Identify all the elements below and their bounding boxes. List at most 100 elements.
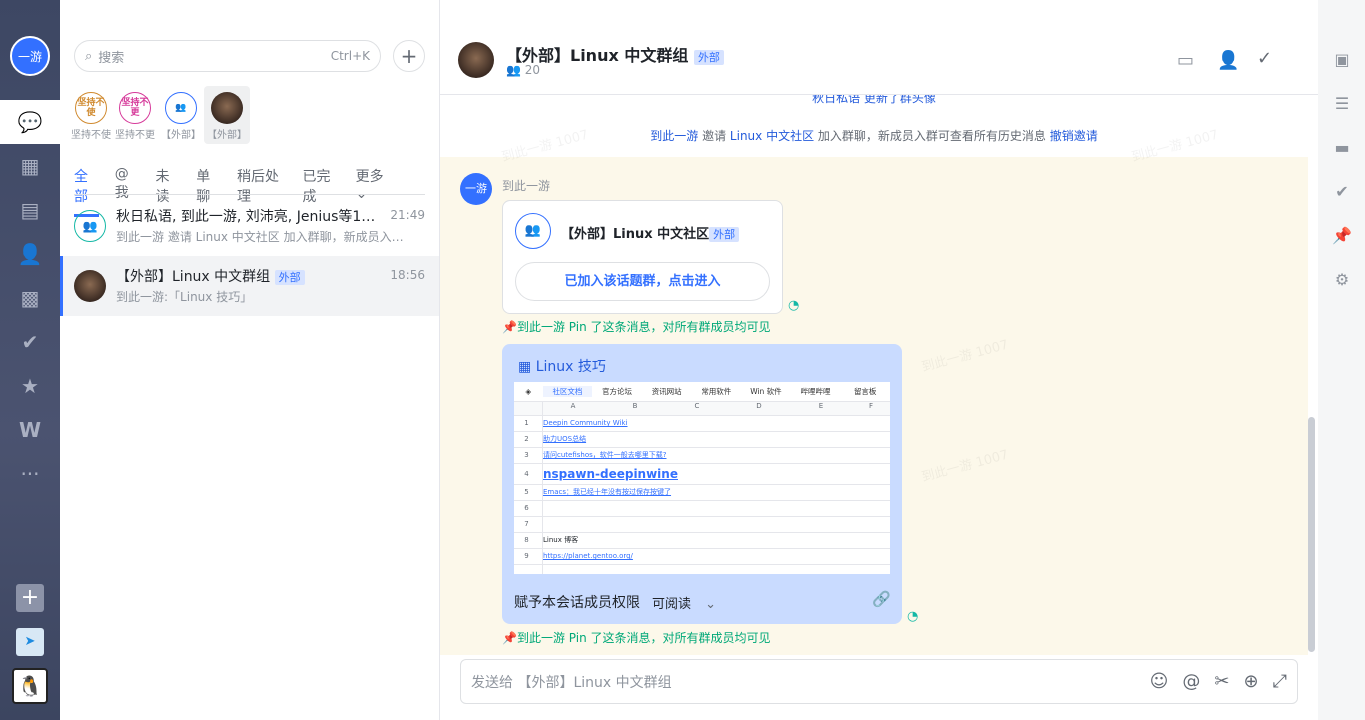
read-status-icon: ◔ <box>788 298 800 313</box>
column-header: B <box>632 402 638 410</box>
permission-value: 可阅读 <box>652 597 692 612</box>
group-icon: 👥 <box>515 213 551 249</box>
sheet-tab: 常用软件 <box>701 387 732 396</box>
members-icon: 👥 <box>506 63 521 77</box>
pin-icon[interactable]: 📌 <box>1332 226 1352 246</box>
pinned-chat[interactable]: 【外部】 <box>204 86 250 144</box>
read-status-icon: ◔ <box>907 609 919 624</box>
right-toolbar: ▣ ☰ ▬ ✔ 📌 ⚙ <box>1318 0 1365 720</box>
docs-icon[interactable]: ▤ <box>0 188 60 232</box>
card-title: 【外部】Linux 中文社区 <box>561 227 710 242</box>
chat-icon[interactable]: 💬 <box>0 100 60 144</box>
column-header: C <box>694 402 700 410</box>
member-count[interactable]: 20 <box>525 63 540 77</box>
pinned-chat[interactable]: 坚持不使 坚持不使 <box>68 86 114 144</box>
sheet-icon: ▦ <box>518 359 532 375</box>
pin-icon: 📌 <box>502 631 517 645</box>
group-card: 👥 【外部】Linux 中文社区 外部 已加入该话题群，点击进入 <box>502 200 783 314</box>
row-number: 1 <box>524 419 529 427</box>
sheet-row: 2 助力UOS总结 <box>514 431 890 447</box>
row-number: 8 <box>524 536 529 544</box>
cell-link[interactable]: Deepin Community Wiki <box>543 416 628 431</box>
divider <box>74 194 425 195</box>
row-number: 2 <box>524 435 529 443</box>
pinned-chat[interactable]: 坚持不更 坚持不更 <box>112 86 158 144</box>
more-icon[interactable]: ··· <box>0 452 60 496</box>
rest: 加入群聊，新成员入群可查看所有历史消息 <box>814 129 1050 143</box>
permission-select[interactable]: 可阅读 ⌄ <box>652 593 716 612</box>
sheet-row: 7 <box>514 516 890 532</box>
cell-link[interactable]: nspawn-deepinwine <box>543 464 678 484</box>
linux-penguin-icon[interactable]: 🐧 <box>12 668 48 704</box>
chevron-down-icon: ⌄ <box>705 597 717 612</box>
send-app-icon[interactable]: ➤ <box>16 628 44 656</box>
external-tag: 外部 <box>709 227 740 242</box>
cell-link[interactable]: 请问cutefishos，软件一般去哪里下载? <box>543 448 666 463</box>
conversation-title: 秋日私语, 到此一游, 刘沛亮, Jenius等1… <box>116 209 376 225</box>
doc-message[interactable]: ▦ Linux 技巧 ◈ 社区文档 官方论坛 资讯网站 常用软件 Win 软件 … <box>502 344 902 624</box>
wiki-icon[interactable]: W <box>0 408 60 452</box>
video-icon[interactable]: ▭ <box>1177 50 1194 71</box>
calendar-icon[interactable]: ▦ <box>0 144 60 188</box>
favorites-icon[interactable]: ★ <box>0 364 60 408</box>
enter-group-button[interactable]: 已加入该话题群，点击进入 <box>515 262 770 301</box>
search-input[interactable]: ⌕ 搜索 Ctrl+K <box>74 40 381 72</box>
target-link[interactable]: Linux 中文社区 <box>730 129 814 143</box>
search-history-icon[interactable]: ☰ <box>1332 94 1352 114</box>
user-avatar[interactable]: 一游 <box>10 36 50 76</box>
cell-link[interactable]: 助力UOS总结 <box>543 432 586 447</box>
external-tag: 外部 <box>274 270 305 285</box>
pinned-avatar: 坚持不更 <box>119 92 151 124</box>
row-number: 3 <box>524 451 529 459</box>
revoke-invite-link[interactable]: 撤销邀请 <box>1050 129 1098 143</box>
emoji-icon[interactable]: ☺ <box>1150 671 1169 692</box>
scissors-icon[interactable]: ✂ <box>1214 671 1229 692</box>
add-app-button[interactable]: + <box>16 584 44 612</box>
folder-icon[interactable]: ▬ <box>1332 138 1352 158</box>
group-avatar <box>74 270 106 302</box>
pinned-label: 坚持不使 <box>71 130 111 141</box>
doc-title[interactable]: Linux 技巧 <box>536 359 606 375</box>
search-icon: ⌕ <box>85 48 93 64</box>
cell-link[interactable]: https://planet.gentoo.org/ <box>543 549 633 564</box>
search-shortcut: Ctrl+K <box>330 49 370 63</box>
group-avatar <box>211 92 243 124</box>
sheet-preview[interactable]: ◈ 社区文档 官方论坛 资讯网站 常用软件 Win 软件 哔哩哔哩 留言板 A … <box>514 382 890 574</box>
external-tag: 外部 <box>693 50 724 65</box>
pinned-avatar: 坚持不使 <box>75 92 107 124</box>
list-item[interactable]: 【外部】Linux 中文群组 外部 18:56 到此一游:「Linux 技巧」 <box>60 256 439 316</box>
permission-label: 赋予本会话成员权限 <box>514 595 640 611</box>
sheet-menu-icon: ◈ <box>525 387 532 396</box>
row-number: 6 <box>524 504 529 512</box>
list-item[interactable]: 👥 秋日私语, 到此一游, 刘沛亮, Jenius等1… 21:49 到此一游 … <box>60 196 439 256</box>
column-header: E <box>818 402 824 410</box>
approval-icon[interactable]: ✔ <box>1332 182 1352 202</box>
done-icon[interactable]: ✓ <box>1257 48 1272 69</box>
sheet-row: 3 请问cutefishos，软件一般去哪里下载? <box>514 447 890 463</box>
message-input[interactable]: 发送给 【外部】Linux 中文群组 ☺ @ ✂ ⊕ ⤢ <box>460 659 1298 704</box>
verb: 邀请 <box>698 129 730 143</box>
contacts-icon[interactable]: 👤 <box>0 232 60 276</box>
create-button[interactable]: + <box>393 40 425 72</box>
pinned-chat[interactable]: 👥 【外部】 <box>158 86 204 144</box>
add-member-icon[interactable]: 👤 <box>1217 50 1239 71</box>
sender-name: 到此一游 <box>502 179 551 193</box>
actor-link[interactable]: 到此一游 <box>650 129 698 143</box>
sheet-tab: 社区文档 <box>542 386 593 397</box>
expand-icon[interactable]: ⤢ <box>1273 671 1287 692</box>
approval-icon[interactable]: ✔ <box>0 320 60 364</box>
conversation-preview: 到此一游 邀请 Linux 中文社区 加入群聊，新成员入… <box>116 230 404 244</box>
mention-icon[interactable]: @ <box>1182 671 1200 692</box>
sheet-row <box>514 564 890 574</box>
briefcase-icon[interactable]: ▣ <box>1332 50 1352 70</box>
sheet-row: 1 Deepin Community Wiki <box>514 415 890 431</box>
settings-icon[interactable]: ⚙ <box>1332 270 1352 290</box>
plus-icon[interactable]: ⊕ <box>1244 671 1259 692</box>
workplace-icon[interactable]: ▩ <box>0 276 60 320</box>
scrollbar[interactable] <box>1308 417 1315 652</box>
message-list: 秋日私语 更新了群头像 到此一游 邀请 Linux 中文社区 加入群聊，新成员入… <box>440 95 1318 655</box>
sender-avatar[interactable]: 一游 <box>460 173 492 205</box>
pinned-label: 【外部】 <box>207 130 247 141</box>
cell-link[interactable]: Emacs：我已经十年没有按过保存按键了 <box>543 485 671 500</box>
link-icon[interactable]: 🔗 <box>872 590 891 608</box>
